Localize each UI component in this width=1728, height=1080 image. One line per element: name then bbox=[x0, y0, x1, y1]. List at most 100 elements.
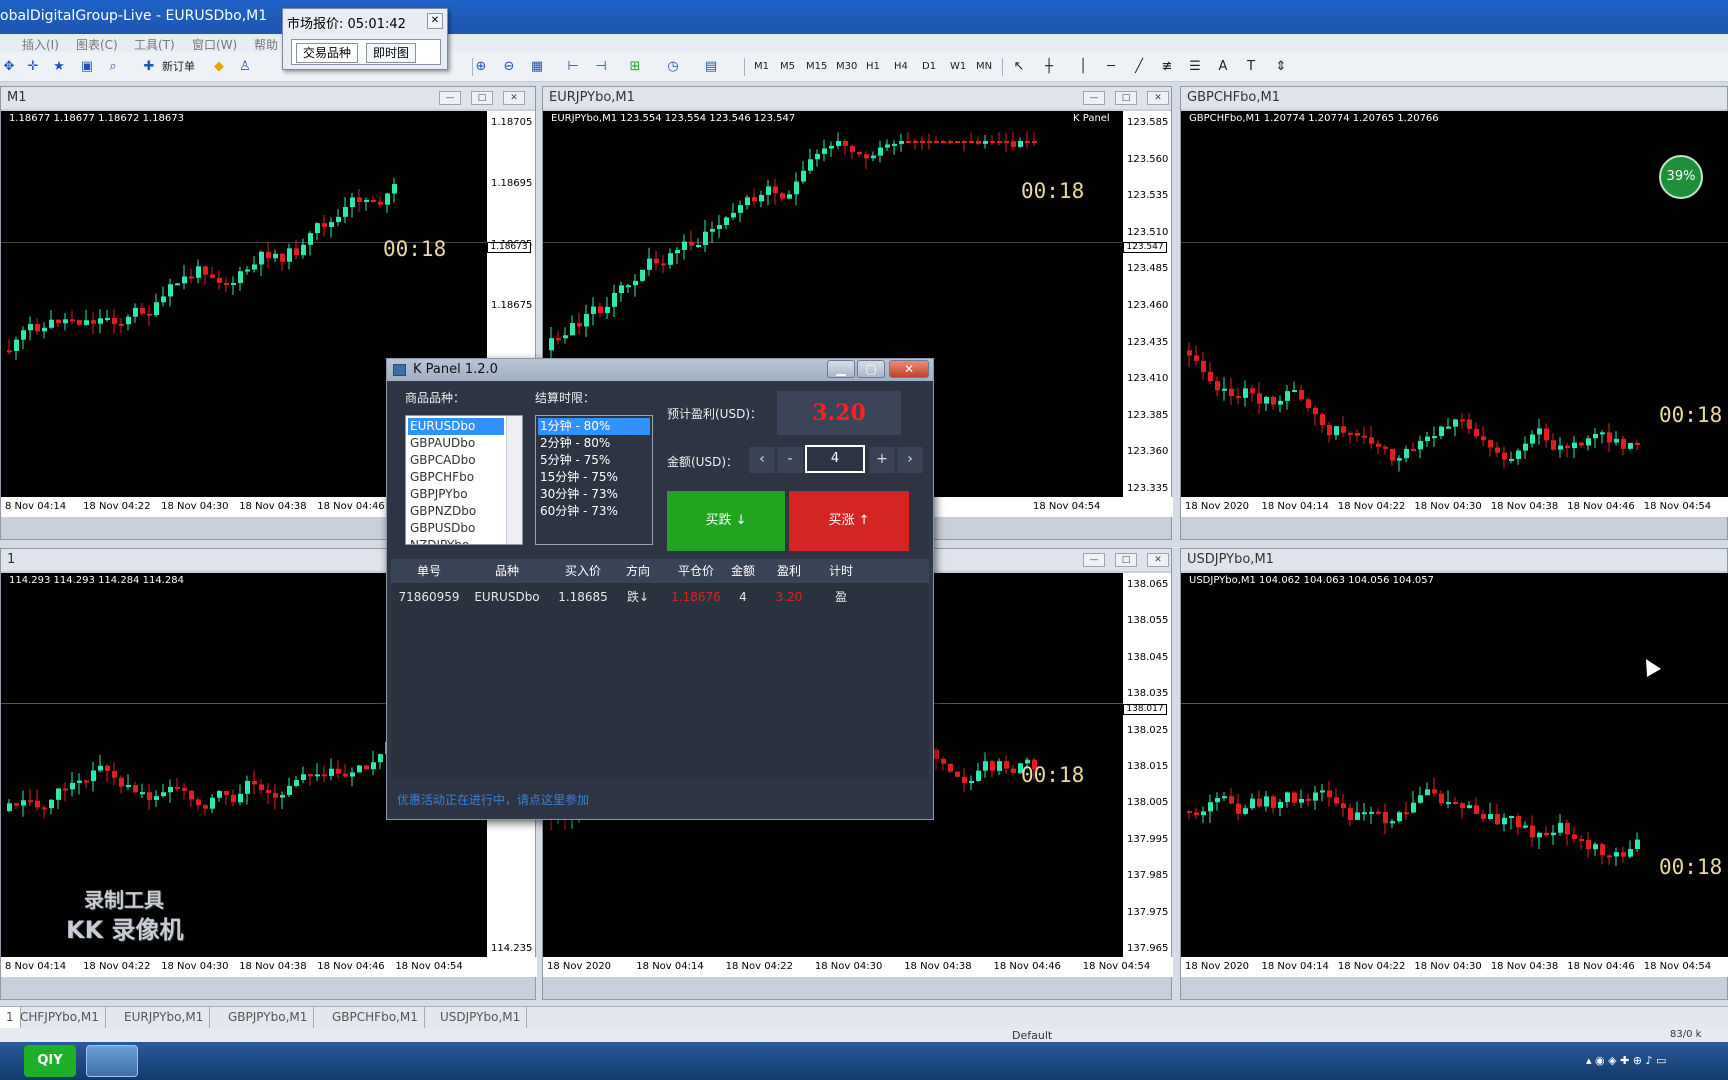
chart-shift-icon[interactable]: ⊣ bbox=[592, 58, 610, 76]
close-icon[interactable]: ✕ bbox=[427, 13, 443, 29]
symbol-item[interactable]: GBPCHFbo bbox=[408, 469, 504, 486]
tray-icons[interactable]: ▴ ◉ ◈ ✚ ⊕ ♪ ▭ bbox=[1586, 1054, 1666, 1068]
next-amount-button[interactable]: › bbox=[897, 447, 923, 473]
arrow-icon[interactable]: ✥ bbox=[0, 58, 18, 76]
fibo-icon[interactable]: ☰ bbox=[1186, 58, 1204, 76]
market-watch-window[interactable]: 市场报价: 05:01:42 ✕ 交易品种 即时图 bbox=[282, 8, 448, 70]
minimize-icon[interactable]: — bbox=[1083, 91, 1105, 105]
amount-input[interactable]: 4 bbox=[805, 445, 865, 473]
templates-icon[interactable]: ▤ bbox=[702, 58, 720, 76]
trendline-icon[interactable]: ╱ bbox=[1130, 58, 1148, 76]
symbol-item[interactable]: GBPUSDbo bbox=[408, 520, 504, 537]
zoom-in-icon[interactable]: ⊕ bbox=[472, 58, 490, 76]
expiry-item[interactable]: 30分钟 - 73% bbox=[538, 486, 650, 503]
close-icon[interactable]: ✕ bbox=[1147, 553, 1169, 567]
timeframe-mn[interactable]: MN bbox=[976, 58, 992, 76]
horizontal-line-icon[interactable]: ─ bbox=[1102, 58, 1120, 76]
chart-tab[interactable]: USDJPYbo,M1 bbox=[434, 1007, 528, 1029]
candle-body bbox=[84, 320, 89, 325]
expiry-item[interactable]: 15分钟 - 75% bbox=[538, 469, 650, 486]
expiry-item[interactable]: 5分钟 - 75% bbox=[538, 452, 650, 469]
folder-icon[interactable]: ★ bbox=[50, 58, 68, 76]
crosshair-icon[interactable]: ✛ bbox=[24, 58, 42, 76]
timeframe-m1[interactable]: M1 bbox=[754, 58, 769, 76]
new-order-icon[interactable]: ✚ bbox=[140, 58, 158, 76]
indicators-icon[interactable]: ⊞ bbox=[626, 58, 644, 76]
new-order-button[interactable]: 新订单 bbox=[162, 57, 195, 77]
menu-help[interactable]: 帮助 bbox=[254, 36, 278, 53]
chart-tab[interactable]: CHFJPYbo,M1 bbox=[14, 1007, 106, 1029]
expiry-item[interactable]: 2分钟 - 80% bbox=[538, 435, 650, 452]
clock-icon[interactable]: ◷ bbox=[664, 58, 682, 76]
tab-tick-chart[interactable]: 即时图 bbox=[366, 43, 417, 63]
close-icon[interactable]: ✕ bbox=[1147, 91, 1169, 105]
candle-plot[interactable]: USDJPYbo,M1 104.062 104.063 104.056 104.… bbox=[1181, 573, 1728, 957]
prev-amount-button[interactable]: ‹ bbox=[749, 447, 775, 473]
menu-window[interactable]: 窗口(W) bbox=[192, 36, 237, 53]
shapes-icon[interactable]: ⇕ bbox=[1272, 58, 1290, 76]
symbol-item[interactable]: GBPAUDbo bbox=[408, 435, 504, 452]
tab-symbols[interactable]: 交易品种 bbox=[296, 43, 359, 63]
decrease-amount-button[interactable]: - bbox=[777, 447, 803, 473]
tag-icon[interactable]: ◆ bbox=[210, 58, 228, 76]
window-icon[interactable]: ▣ bbox=[78, 58, 96, 76]
symbol-item[interactable]: NZDJPYbo bbox=[408, 537, 504, 544]
crosshair-tool-icon[interactable]: ┼ bbox=[1040, 58, 1058, 76]
buy-button[interactable]: 买涨 ↑ bbox=[789, 491, 909, 551]
search-icon[interactable]: ⌕ bbox=[104, 58, 122, 76]
app-title: obalDigitalGroup-Live - EURUSDbo,M1 bbox=[0, 8, 268, 24]
chart-tab[interactable]: GBPCHFbo,M1 bbox=[326, 1007, 425, 1029]
timeframe-m5[interactable]: M5 bbox=[780, 58, 795, 76]
sell-button[interactable]: 买跌 ↓ bbox=[667, 491, 785, 551]
symbol-list[interactable]: EURUSDbo GBPAUDbo GBPCADbo GBPCHFbo GBPJPYbo… bbox=[405, 415, 523, 545]
text-icon[interactable]: A bbox=[1214, 58, 1232, 76]
timeframe-d1[interactable]: D1 bbox=[922, 58, 936, 76]
maximize-icon[interactable]: □ bbox=[471, 91, 493, 105]
close-button[interactable]: ✕ bbox=[889, 360, 929, 378]
label-icon[interactable]: T bbox=[1242, 58, 1260, 76]
minimize-icon[interactable]: — bbox=[1083, 553, 1105, 567]
vertical-line-icon[interactable]: │ bbox=[1074, 58, 1092, 76]
minimize-icon[interactable]: — bbox=[439, 91, 461, 105]
symbol-item[interactable]: EURUSDbo bbox=[408, 418, 504, 435]
chart-window-gbpchf[interactable]: GBPCHFbo,M1 GBPCHFbo,M1 1.20774 1.20774 … bbox=[1180, 86, 1728, 540]
timeframe-w1[interactable]: W1 bbox=[950, 58, 966, 76]
chart-window-usdjpy[interactable]: USDJPYbo,M1 USDJPYbo,M1 104.062 104.063 … bbox=[1180, 548, 1728, 1000]
autoscroll-icon[interactable]: ⊢ bbox=[564, 58, 582, 76]
expiry-list[interactable]: 1分钟 - 80% 2分钟 - 80% 5分钟 - 75% 15分钟 - 75% 30分… bbox=[535, 415, 653, 545]
menu-tools[interactable]: 工具(T) bbox=[134, 36, 175, 53]
expiry-item[interactable]: 1分钟 - 80% bbox=[538, 418, 650, 435]
expiry-item[interactable]: 60分钟 - 73% bbox=[538, 503, 650, 520]
candle-plot[interactable]: GBPCHFbo,M1 1.20774 1.20774 1.20765 1.20… bbox=[1181, 111, 1728, 497]
timeframe-m15[interactable]: M15 bbox=[806, 58, 827, 76]
tile-icon[interactable]: ▦ bbox=[528, 58, 546, 76]
symbol-item[interactable]: GBPNZDbo bbox=[408, 503, 504, 520]
price-tick-label: 1.18695 bbox=[491, 178, 533, 189]
menu-charts[interactable]: 图表(C) bbox=[76, 36, 118, 53]
timeframe-m30[interactable]: M30 bbox=[836, 58, 857, 76]
menu-insert[interactable]: 插入(I) bbox=[22, 36, 59, 53]
zoom-out-icon[interactable]: ⊖ bbox=[500, 58, 518, 76]
metatrader-icon[interactable] bbox=[86, 1045, 138, 1077]
chart-tab[interactable]: EURJPYbo,M1 bbox=[118, 1007, 211, 1029]
candle-body bbox=[196, 799, 201, 806]
timeframe-h1[interactable]: H1 bbox=[866, 58, 880, 76]
maximize-icon[interactable]: □ bbox=[1115, 91, 1137, 105]
order-cell: 1.18685 bbox=[558, 590, 608, 604]
maximize-icon[interactable]: □ bbox=[1115, 553, 1137, 567]
user-icon[interactable]: ♙ bbox=[236, 58, 254, 76]
cursor-icon[interactable]: ↖ bbox=[1010, 58, 1028, 76]
increase-amount-button[interactable]: + bbox=[869, 447, 895, 473]
symbol-item[interactable]: GBPJPYbo bbox=[408, 486, 504, 503]
candle-body bbox=[1460, 803, 1465, 809]
symbol-item[interactable]: GBPCADbo bbox=[408, 452, 504, 469]
promo-link[interactable]: 优惠活动正在进行中，请点这里参加 bbox=[397, 791, 589, 808]
chart-tab[interactable]: GBPJPYbo,M1 bbox=[222, 1007, 315, 1029]
iqiyi-icon[interactable]: QIY bbox=[24, 1045, 76, 1077]
close-icon[interactable]: ✕ bbox=[503, 91, 525, 105]
minimize-button[interactable]: ▁ bbox=[827, 360, 855, 378]
maximize-button[interactable]: ▢ bbox=[857, 360, 885, 378]
channel-icon[interactable]: ≢ bbox=[1158, 58, 1176, 76]
timeframe-h4[interactable]: H4 bbox=[894, 58, 908, 76]
symbol-list-scrollbar[interactable] bbox=[506, 416, 522, 544]
